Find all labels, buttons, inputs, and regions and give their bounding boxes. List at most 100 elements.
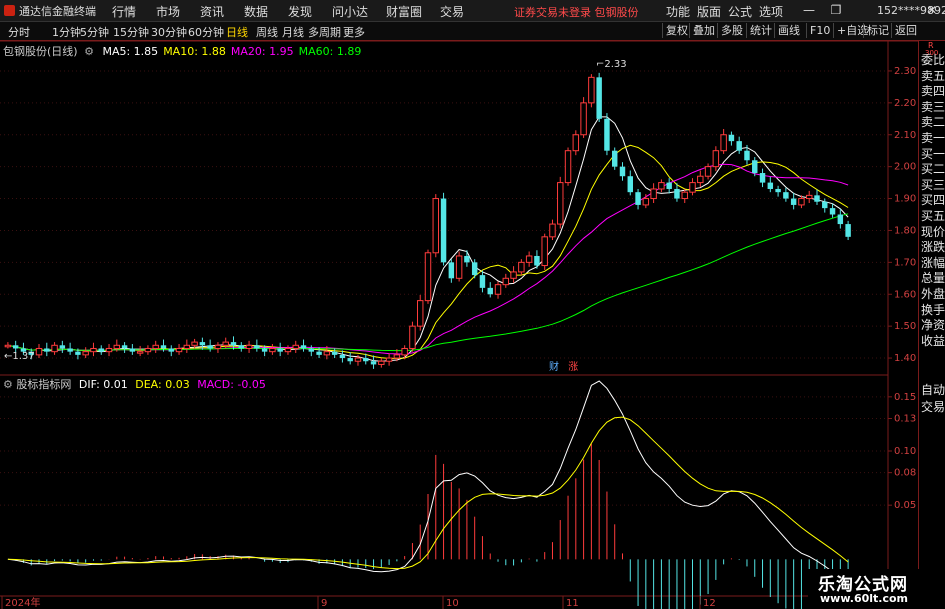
candle-body xyxy=(207,345,213,349)
candle-body xyxy=(549,223,556,238)
period-tab-7[interactable]: 周线 xyxy=(256,24,278,40)
candle-body xyxy=(98,348,104,352)
candle-body xyxy=(168,348,174,352)
candle-body xyxy=(697,175,704,184)
toolbar-btn-2[interactable]: 多股 xyxy=(717,23,746,38)
candle-body xyxy=(183,344,191,349)
app-icon xyxy=(4,5,15,16)
menu-0[interactable]: 行情 xyxy=(112,3,136,20)
dif-value: DIF: 0.01 xyxy=(78,378,128,391)
candle-body xyxy=(284,347,292,353)
candle-body xyxy=(308,348,315,352)
toolbar-btn-3[interactable]: 统计 xyxy=(746,23,775,38)
candle-body xyxy=(588,76,595,104)
period-tab-3[interactable]: 15分钟 xyxy=(113,24,149,40)
candle-body xyxy=(534,255,540,266)
quote-field-3: 卖三 xyxy=(921,99,945,114)
menu-5[interactable]: 问小达 xyxy=(332,3,368,20)
right-menu-1[interactable]: 版面 xyxy=(697,3,721,20)
menu-3[interactable]: 数据 xyxy=(244,3,268,20)
candle-body xyxy=(191,341,198,346)
period-tab-4[interactable]: 30分钟 xyxy=(151,24,187,40)
time-tick-label: 10 xyxy=(446,598,459,609)
candle-body xyxy=(222,341,229,346)
toolbar-btn-5[interactable]: F10 xyxy=(806,23,833,38)
candle-body xyxy=(666,182,672,189)
candle-body xyxy=(674,188,680,199)
restore-icon[interactable]: ❐ xyxy=(829,3,843,17)
period-tab-8[interactable]: 月线 xyxy=(282,24,304,40)
candle-body xyxy=(619,166,626,177)
macd-tick-label: 0.08 xyxy=(894,468,916,479)
toolbar-btn-0[interactable]: 复权 xyxy=(662,23,691,38)
price-tick-label: 1.70 xyxy=(894,257,916,268)
quote-field-14: 总量 xyxy=(921,271,945,286)
time-tick-label: 2024年 xyxy=(5,596,40,609)
close-icon[interactable]: ✕ xyxy=(925,3,939,17)
stock-label: 包钢股份(日线) xyxy=(3,45,78,58)
limit-up-marker[interactable]: 涨 xyxy=(568,362,578,373)
period-tab-1[interactable]: 1分钟 xyxy=(52,24,81,40)
price-tick-label: 1.60 xyxy=(894,289,916,300)
toolbar-btn-8[interactable]: 返回 xyxy=(891,23,920,38)
login-warning[interactable]: 证券交易未登录 包钢股份 xyxy=(514,4,639,20)
candle-body xyxy=(152,344,159,349)
sub-settings-icon[interactable]: ⚙ xyxy=(3,378,13,391)
quote-field-8: 买三 xyxy=(921,177,945,192)
candle-body xyxy=(4,344,12,348)
period-tab-5[interactable]: 60分钟 xyxy=(188,24,224,40)
menu-6[interactable]: 财富圈 xyxy=(386,3,422,20)
candle-body xyxy=(775,188,781,193)
ma-legend-ma20: MA20: 1.95 xyxy=(230,45,294,58)
right-menu-0[interactable]: 功能 xyxy=(666,3,690,20)
price-tick-label: 2.30 xyxy=(894,66,916,77)
settings-icon[interactable]: ⚙ xyxy=(84,45,94,58)
period-tab-2[interactable]: 5分钟 xyxy=(80,24,109,40)
candle-body xyxy=(214,344,222,349)
right-menu-3[interactable]: 选项 xyxy=(759,3,783,20)
quote-field-6: 买一 xyxy=(921,146,945,161)
period-tab-6[interactable]: 日线 xyxy=(226,24,248,40)
low-price-text: 1.37 xyxy=(12,351,35,362)
menu-2[interactable]: 资讯 xyxy=(200,3,224,20)
period-tab-9[interactable]: 多周期 xyxy=(308,24,341,40)
stock-name-text: 包钢股份 xyxy=(594,6,639,19)
candle-body xyxy=(525,255,533,263)
candle-body xyxy=(113,344,121,349)
period-tab-0[interactable]: 分时 xyxy=(8,24,30,40)
time-tick-label: 12 xyxy=(703,598,716,609)
toolbar-btn-4[interactable]: 画线 xyxy=(774,23,803,38)
candle-body xyxy=(728,134,735,142)
minimize-icon[interactable]: — xyxy=(802,3,816,17)
candle-body xyxy=(90,347,97,353)
candle-body xyxy=(580,102,587,136)
candle-body xyxy=(837,214,844,225)
candle-body xyxy=(424,252,432,302)
candle-body xyxy=(487,287,493,295)
quote-field-0: 委比 xyxy=(921,53,945,67)
right-menu-2[interactable]: 公式 xyxy=(728,3,752,20)
menu-7[interactable]: 交易 xyxy=(440,3,464,20)
quote-field-15: 外盘 xyxy=(921,287,945,301)
low-price-label: ←1.37 xyxy=(4,351,35,362)
candle-body xyxy=(471,262,478,276)
trade-field-0[interactable]: 自动 xyxy=(921,383,945,399)
finance-marker[interactable]: 财 xyxy=(549,362,559,373)
toolbar-btn-1[interactable]: 叠加 xyxy=(689,23,718,38)
candle-body xyxy=(409,325,416,349)
candle-body xyxy=(82,351,89,356)
toolbar-btn-7[interactable]: 标记 xyxy=(863,23,892,38)
candle-body xyxy=(300,345,307,349)
candle-body xyxy=(269,347,276,353)
candle-body xyxy=(494,284,502,295)
period-tab-10[interactable]: 更多 xyxy=(343,24,365,40)
candle-body xyxy=(681,191,688,200)
candle-body xyxy=(635,192,641,205)
menu-4[interactable]: 发现 xyxy=(288,3,312,20)
quote-field-1: 卖五 xyxy=(921,68,945,83)
high-price-text: 2.33 xyxy=(604,59,627,70)
candle-body xyxy=(316,351,322,355)
menu-1[interactable]: 市场 xyxy=(156,3,180,20)
trade-field-1[interactable]: 交易 xyxy=(921,400,945,416)
event-markers: 财 涨 xyxy=(549,358,578,373)
